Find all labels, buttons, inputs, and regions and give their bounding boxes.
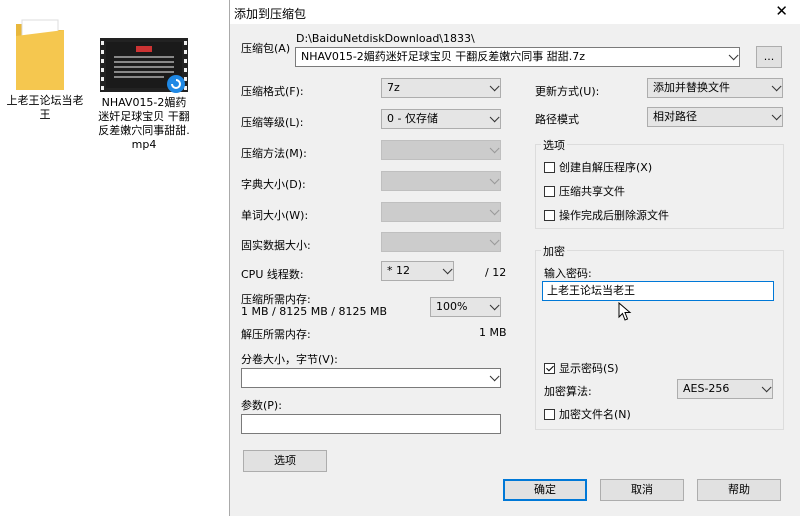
params-input[interactable] — [241, 414, 501, 434]
ok-button[interactable]: 确定 — [503, 479, 587, 501]
password-label: 输入密码: — [544, 267, 592, 280]
cpu-max: / 12 — [485, 266, 507, 279]
enc-method-select[interactable]: AES-256 — [677, 379, 773, 399]
checkbox-checked-icon — [544, 362, 555, 374]
password-input[interactable]: 上老王论坛当老王 — [542, 281, 774, 301]
folder-label: 上老王论坛当老王 — [6, 94, 84, 121]
chevron-down-icon — [442, 264, 453, 275]
chevron-down-icon — [489, 174, 500, 185]
mem-decompress-value: 1 MB — [479, 326, 507, 339]
chevron-down-icon — [728, 50, 739, 61]
desktop-folder[interactable]: 上老王论坛当老王 — [0, 10, 90, 130]
solid-select[interactable] — [381, 232, 501, 252]
mem-percent-select[interactable]: 100% — [430, 297, 501, 317]
mem-decompress-label: 解压所需内存: — [241, 328, 311, 341]
options-button[interactable]: 选项 — [243, 450, 327, 472]
show-password-checkbox[interactable]: 显示密码(S) — [544, 360, 619, 376]
dict-select[interactable] — [381, 171, 501, 191]
help-button[interactable]: 帮助 — [697, 479, 781, 501]
word-select[interactable] — [381, 202, 501, 222]
cpu-select[interactable]: * 12 — [381, 261, 454, 281]
archive-filename-value: NHAV015-2媚药迷奸足球宝贝 干翻反差嫩穴同事 甜甜.7z — [301, 50, 586, 63]
mem-percent-value: 100% — [436, 300, 468, 313]
checkbox-box — [544, 161, 555, 173]
pathmode-label: 路径模式 — [535, 113, 579, 126]
method-select[interactable] — [381, 140, 501, 160]
mem-compress-detail: 1 MB / 8125 MB / 8125 MB — [241, 305, 387, 318]
update-value: 添加并替换文件 — [653, 81, 730, 94]
chevron-down-icon — [761, 382, 772, 393]
archive-filename-combo[interactable]: NHAV015-2媚药迷奸足球宝贝 干翻反差嫩穴同事 甜甜.7z — [295, 47, 740, 67]
browse-button[interactable]: ... — [756, 46, 782, 68]
pathmode-select[interactable]: 相对路径 — [647, 107, 783, 127]
archive-path: D:\BaiduNetdiskDownload\1833\ — [296, 32, 475, 45]
word-label: 单词大小(W): — [241, 209, 309, 222]
checkbox-box — [544, 185, 555, 197]
chevron-down-icon — [489, 205, 500, 216]
solid-label: 固实数据大小: — [241, 239, 311, 252]
format-value: 7z — [387, 81, 400, 94]
chevron-down-icon — [489, 143, 500, 154]
cancel-button[interactable]: 取消 — [600, 479, 684, 501]
chevron-down-icon — [489, 371, 500, 382]
params-label: 参数(P): — [241, 399, 282, 412]
chevron-down-icon — [489, 300, 500, 311]
format-label: 压缩格式(F): — [241, 85, 304, 98]
shared-label: 压缩共享文件 — [559, 185, 625, 198]
player-badge-icon — [167, 75, 185, 93]
enc-method-value: AES-256 — [683, 382, 730, 395]
title-bar: 添加到压缩包 ✕ — [230, 0, 800, 24]
encrypt-names-label: 加密文件名(N) — [559, 408, 631, 421]
enc-method-label: 加密算法: — [544, 385, 592, 398]
volume-label: 分卷大小，字节(V): — [241, 353, 338, 366]
sfx-label: 创建自解压程序(X) — [559, 161, 653, 174]
sfx-checkbox[interactable]: 创建自解压程序(X) — [544, 159, 652, 175]
dialog-title: 添加到压缩包 — [234, 7, 307, 21]
volume-combo[interactable] — [241, 368, 501, 388]
cpu-value: * 12 — [387, 264, 410, 277]
level-select[interactable]: 0 - 仅存储 — [381, 109, 501, 129]
delete-checkbox[interactable]: 操作完成后删除源文件 — [544, 207, 669, 223]
dict-label: 字典大小(D): — [241, 178, 306, 191]
archive-label: 压缩包(A) — [241, 42, 291, 55]
level-label: 压缩等级(L): — [241, 116, 304, 129]
folder-icon — [16, 19, 64, 90]
checkbox-box — [544, 408, 555, 420]
format-select[interactable]: 7z — [381, 78, 501, 98]
checkbox-box — [544, 209, 555, 221]
desktop-video-file[interactable]: NHAV015-2媚药迷奸足球宝贝 干翻反差嫩穴同事甜甜.mp4 — [96, 36, 196, 156]
cpu-label: CPU 线程数: — [241, 268, 304, 281]
encrypt-names-checkbox[interactable]: 加密文件名(N) — [544, 406, 631, 422]
level-value: 0 - 仅存储 — [387, 112, 438, 125]
add-to-archive-dialog: 添加到压缩包 ✕ 压缩包(A) D:\BaiduNetdiskDownload\… — [229, 0, 800, 516]
shared-checkbox[interactable]: 压缩共享文件 — [544, 183, 625, 199]
update-select[interactable]: 添加并替换文件 — [647, 78, 783, 98]
chevron-down-icon — [489, 112, 500, 123]
chevron-down-icon — [489, 81, 500, 92]
encryption-group-title: 加密 — [541, 243, 567, 259]
update-label: 更新方式(U): — [535, 85, 600, 98]
method-label: 压缩方法(M): — [241, 147, 307, 160]
chevron-down-icon — [771, 81, 782, 92]
show-password-label: 显示密码(S) — [559, 362, 619, 375]
delete-label: 操作完成后删除源文件 — [559, 209, 669, 222]
chevron-down-icon — [489, 235, 500, 246]
options-group-title: 选项 — [541, 137, 567, 153]
pathmode-value: 相对路径 — [653, 110, 697, 123]
close-icon[interactable]: ✕ — [775, 2, 788, 20]
chevron-down-icon — [771, 110, 782, 121]
video-file-label: NHAV015-2媚药迷奸足球宝贝 干翻反差嫩穴同事甜甜.mp4 — [98, 96, 190, 151]
mouse-cursor-icon — [618, 302, 632, 321]
